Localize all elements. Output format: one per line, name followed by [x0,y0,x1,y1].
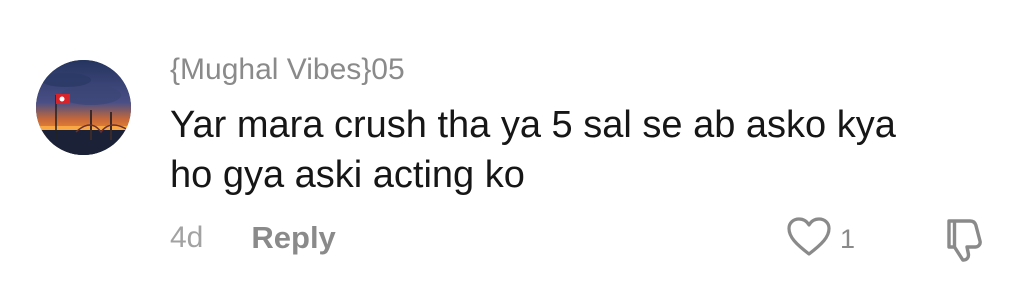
avatar[interactable] [36,60,131,155]
like-button[interactable]: 1 [786,216,855,262]
thumbs-down-icon[interactable] [940,219,990,268]
comment-item: {Mughal Vibes}05 Yar mara crush tha ya 5… [0,0,1024,290]
heart-outline-icon[interactable] [786,216,832,263]
reply-button[interactable]: Reply [251,218,335,258]
avatar-image [36,60,131,155]
comment-meta: 4d Reply [170,218,336,258]
comment-text: Yar mara crush tha ya 5 sal se ab asko k… [170,104,896,196]
timestamp: 4d [170,221,204,254]
username[interactable]: {Mughal Vibes}05 [170,52,405,88]
dislike-button[interactable] [940,214,990,264]
like-count: 1 [840,224,856,254]
